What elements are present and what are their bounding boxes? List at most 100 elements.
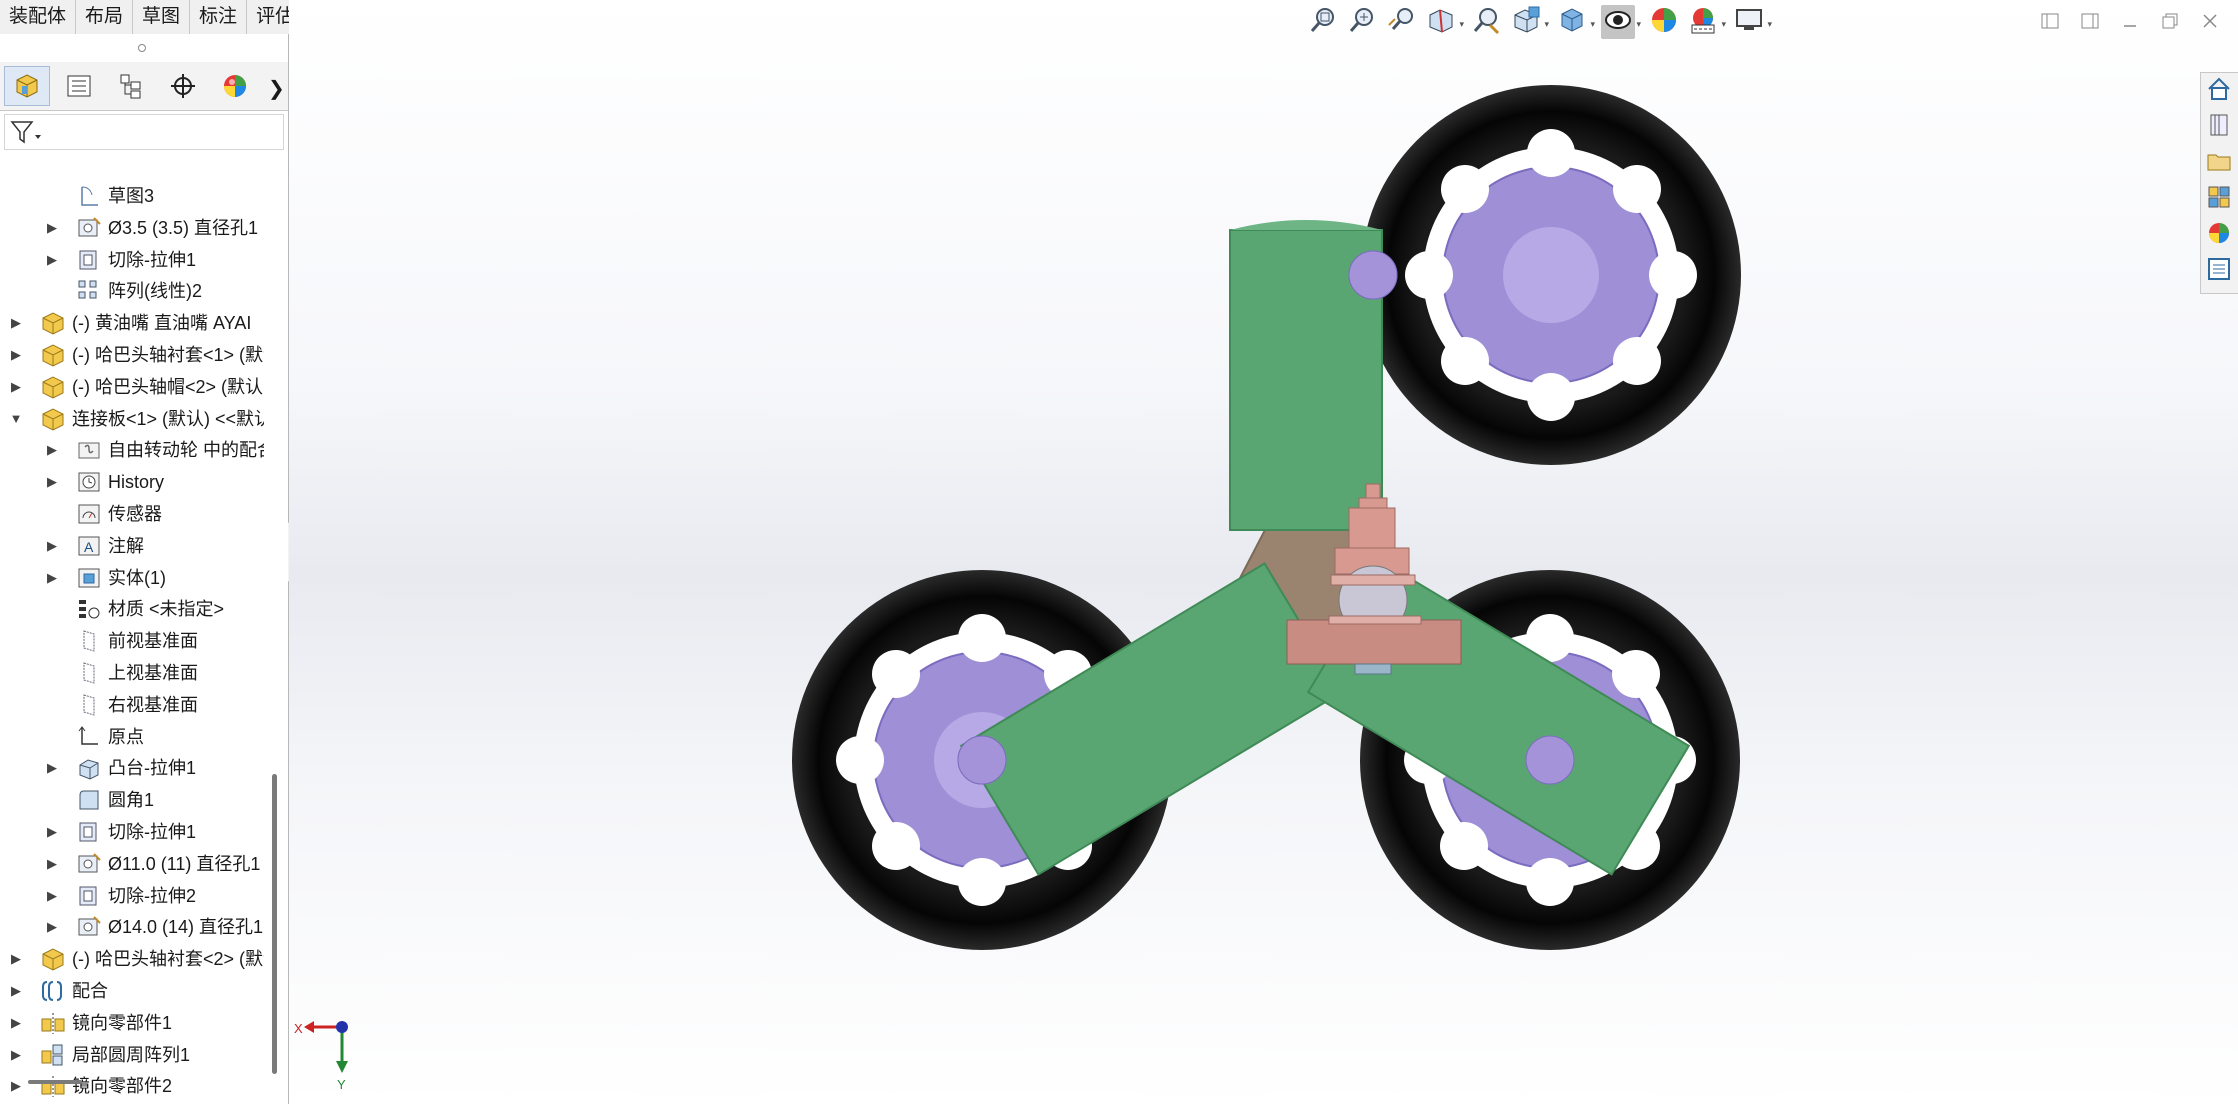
tree-item[interactable]: ▶ (-) 黄油嘴 直油嘴 AYAI [0,307,264,339]
panel-grip-handle[interactable] [138,44,146,52]
sensor-icon [76,501,102,527]
expand-arrow-icon[interactable]: ▶ [44,472,60,492]
tree-item[interactable]: ▶ 切除-拉伸1 [0,244,264,276]
graphics-area[interactable]: ▾ ▾ ▾ ▾ ▾ ▾ X Y [289,0,2238,1104]
tree-item[interactable]: ▶ (-) 哈巴头轴衬套<2> (默认 [0,943,264,975]
expand-arrow-icon[interactable]: ▶ [44,917,60,937]
tab-2[interactable]: 草图 [133,0,191,34]
dropdown-arrow-icon[interactable]: ▾ [1590,19,1595,30]
tree-item[interactable]: 草图3 [0,180,264,212]
expand-arrow-icon[interactable]: ▶ [8,1076,24,1096]
tree-item-label: 局部圆周阵列1 [72,1044,191,1065]
tree-item[interactable]: ▶ (-) 哈巴头轴帽<2> (默认 [0,371,264,403]
restore-button[interactable] [2150,6,2190,36]
expand-arrow-icon[interactable]: ▶ [44,758,60,778]
tree-item[interactable]: ▶ A 注解 [0,530,264,562]
wheel-top[interactable] [1360,84,1742,466]
view-palette-tab[interactable] [2201,181,2237,217]
collapse-arrow-icon[interactable]: ▼ [8,409,24,429]
expand-arrow-icon[interactable]: ▶ [8,377,24,397]
tree-item[interactable]: 原点 [0,721,264,753]
tree-item[interactable]: ▶ 切除-拉伸1 [0,816,264,848]
panel-tab-strip: ❯ [0,62,288,111]
expand-arrow-icon[interactable]: ▶ [8,949,24,969]
tree-item[interactable]: ▶ 凸台-拉伸1 [0,752,264,784]
tab-0[interactable]: 装配体 [0,0,77,34]
tree-item[interactable]: ▶ 镜向零部件1 [0,1007,264,1039]
display-style-button[interactable]: ▾ [1555,5,1595,39]
tab-3[interactable]: 标注 [190,0,248,34]
tile-left-button[interactable] [2030,6,2070,36]
hide-show-items-button[interactable]: ▾ [1601,5,1641,39]
previous-view-button[interactable] [1385,5,1419,39]
tree-item[interactable]: ▶ 切除-拉伸2 [0,880,264,912]
configuration-manager-tab[interactable] [108,66,154,106]
tree-item[interactable]: 右视基准面 [0,689,264,721]
appearances-tab[interactable] [2201,217,2237,253]
tree-item[interactable]: 传感器 [0,498,264,530]
expand-arrow-icon[interactable]: ▶ [44,568,60,588]
view-settings-button[interactable]: ▾ [1732,5,1772,39]
tree-item[interactable]: 阵列(线性)2 [0,275,264,307]
file-explorer-tab[interactable] [2201,145,2237,181]
close-button[interactable] [2190,6,2230,36]
view-orientation-button[interactable]: ▾ [1509,5,1549,39]
custom-properties-tab[interactable] [2201,253,2237,289]
expand-arrow-icon[interactable]: ▶ [44,440,60,460]
edit-appearance-button[interactable] [1647,5,1681,39]
expand-arrow-icon[interactable]: ▶ [44,886,60,906]
expand-arrow-icon[interactable]: ▶ [8,981,24,1001]
expand-arrow-icon[interactable]: ▶ [44,218,60,238]
tile-right-button[interactable] [2070,6,2110,36]
tree-filter-box[interactable] [4,114,284,150]
tree-item[interactable]: ▶ (-) 哈巴头轴衬套<1> (默认 [0,339,264,371]
tree-item[interactable]: ▶ Ø3.5 (3.5) 直径孔1 [0,212,264,244]
expand-arrow-icon[interactable]: ▶ [8,313,24,333]
expand-arrow-icon[interactable]: ▶ [44,854,60,874]
tree-item[interactable]: ▶ 配合 [0,975,264,1007]
tree-item[interactable]: ▶ 自由转动轮 中的配合 [0,434,264,466]
tree-scrollbar-thumb[interactable] [272,774,277,1074]
tree-item[interactable]: ▶ 局部圆周阵列1 [0,1039,264,1071]
tree-item[interactable]: ▶ History [0,466,264,498]
tree-item[interactable]: 材质 <未指定> [0,593,264,625]
dropdown-arrow-icon[interactable]: ▾ [1636,19,1641,30]
tree-item[interactable]: ▶ Ø14.0 (14) 直径孔1 [0,911,264,943]
tree-item[interactable]: ▶ 实体(1) [0,562,264,594]
filter-funnel-icon[interactable] [9,117,43,147]
expand-arrow-icon[interactable]: ▶ [8,345,24,365]
design-library-tab[interactable] [2201,109,2237,145]
tree-item[interactable]: 前视基准面 [0,625,264,657]
assembly-model-view[interactable] [789,60,1789,960]
dimxpert-tab[interactable] [160,66,206,106]
zoom-to-area-button[interactable] [1346,5,1380,39]
section-view-icon [1426,5,1456,40]
featuremanager-tab[interactable] [4,66,50,106]
dropdown-arrow-icon[interactable]: ▾ [1459,19,1464,30]
tree-item[interactable]: ▶ 镜向零部件2 [0,1070,264,1102]
dropdown-arrow-icon[interactable]: ▾ [1767,19,1772,30]
expand-arrow-icon[interactable]: ▶ [44,822,60,842]
expand-arrow-icon[interactable]: ▶ [8,1013,24,1033]
expand-arrow-icon[interactable]: ▶ [44,250,60,270]
apply-scene-button[interactable]: ▾ [1686,5,1726,39]
dropdown-arrow-icon[interactable]: ▾ [1544,19,1549,30]
minimize-button[interactable] [2110,6,2150,36]
dropdown-arrow-icon[interactable]: ▾ [1721,19,1726,30]
close-icon [2203,14,2217,28]
tab-1[interactable]: 布局 [76,0,134,34]
dynamic-annotation-button[interactable] [1470,5,1504,39]
zoom-to-fit-button[interactable] [1307,5,1341,39]
tree-item[interactable]: ▶ Ø11.0 (11) 直径孔1 [0,848,264,880]
expand-arrow-icon[interactable]: ▶ [8,1045,24,1065]
tree-item[interactable]: ▼ 连接板<1> (默认) <<默认 [0,403,264,435]
expand-arrow-icon[interactable]: ▶ [44,536,60,556]
more-tabs-chevron-icon[interactable]: ❯ [268,76,285,101]
section-view-button[interactable]: ▾ [1424,5,1464,40]
display-manager-tab[interactable] [212,66,258,106]
tree-item[interactable]: 圆角1 [0,784,264,816]
tree-horizontal-scrollbar[interactable] [28,1080,82,1084]
tree-item[interactable]: 上视基准面 [0,657,264,689]
solidworks-resources-tab[interactable] [2201,73,2237,109]
propertymanager-tab[interactable] [56,66,102,106]
